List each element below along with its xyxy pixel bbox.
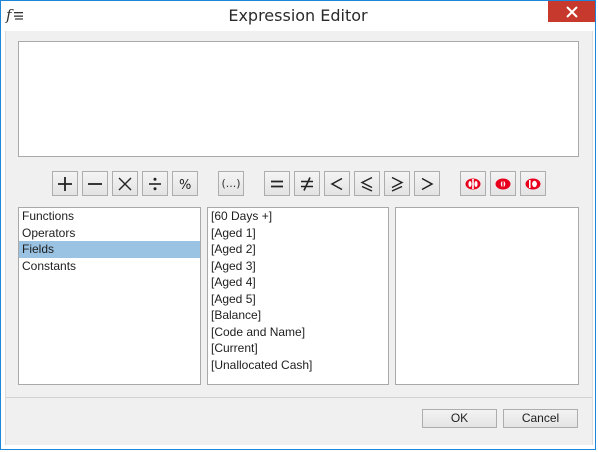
close-button[interactable] (548, 1, 595, 22)
list-item[interactable]: [Unallocated Cash] (208, 357, 388, 374)
category-list[interactable]: Functions Operators Fields Constants (18, 207, 201, 385)
minus-button[interactable] (82, 171, 108, 196)
list-item[interactable]: [Aged 1] (208, 225, 388, 242)
greater-than-button[interactable] (414, 171, 440, 196)
ok-button[interactable]: OK (422, 409, 497, 428)
list-item[interactable]: [Aged 3] (208, 258, 388, 275)
list-item[interactable]: [Aged 4] (208, 274, 388, 291)
close-icon (565, 5, 578, 18)
logic-or-icon (495, 178, 511, 189)
list-item[interactable]: [Aged 2] (208, 241, 388, 258)
dialog-content: % (...) Functions Operators Fields Const… (5, 31, 593, 445)
divide-button[interactable] (142, 171, 168, 196)
logic-not-icon (525, 178, 541, 189)
or-button[interactable] (490, 171, 516, 196)
less-or-equal-icon (360, 176, 373, 192)
not-button[interactable] (520, 171, 546, 196)
title-bar[interactable]: f Expression Editor (1, 1, 595, 30)
modulo-button[interactable]: % (172, 171, 198, 196)
multiply-icon (118, 177, 132, 190)
list-item[interactable]: [60 Days +] (208, 208, 388, 225)
plus-icon (58, 176, 72, 191)
description-panel (395, 207, 579, 385)
greater-or-equal-button[interactable] (384, 171, 410, 196)
cancel-button[interactable]: Cancel (503, 409, 578, 428)
list-item[interactable]: [Current] (208, 340, 388, 357)
svg-text:%: % (179, 178, 191, 192)
greater-or-equal-icon (391, 176, 404, 192)
list-item[interactable]: [Code and Name] (208, 324, 388, 341)
minus-icon (88, 182, 102, 185)
greater-than-icon (421, 177, 434, 190)
parentheses-icon: (...) (221, 177, 241, 190)
not-equal-button[interactable] (294, 171, 320, 196)
category-item-fields[interactable]: Fields (19, 241, 200, 258)
equal-button[interactable] (264, 171, 290, 196)
footer-divider (6, 397, 592, 398)
plus-button[interactable] (52, 171, 78, 196)
less-or-equal-button[interactable] (354, 171, 380, 196)
and-button[interactable] (460, 171, 486, 196)
parentheses-button[interactable]: (...) (218, 171, 244, 196)
window-title: Expression Editor (228, 6, 368, 25)
list-item[interactable]: [Aged 5] (208, 291, 388, 308)
list-item[interactable]: [Balance] (208, 307, 388, 324)
category-item-operators[interactable]: Operators (19, 225, 200, 242)
not-equal-icon (301, 176, 313, 191)
field-list[interactable]: [60 Days +] [Aged 1] [Aged 2] [Aged 3] [… (207, 207, 389, 385)
multiply-button[interactable] (112, 171, 138, 196)
less-than-button[interactable] (324, 171, 350, 196)
divide-icon (149, 177, 161, 190)
percent-icon: % (179, 178, 191, 192)
expression-editor-window: f Expression Editor % (...) Functions Op… (0, 0, 596, 450)
expression-input[interactable] (18, 41, 579, 157)
logic-and-icon (465, 178, 481, 189)
category-item-constants[interactable]: Constants (19, 258, 200, 275)
category-item-functions[interactable]: Functions (19, 208, 200, 225)
less-than-icon (330, 177, 343, 190)
equals-icon (271, 180, 283, 187)
